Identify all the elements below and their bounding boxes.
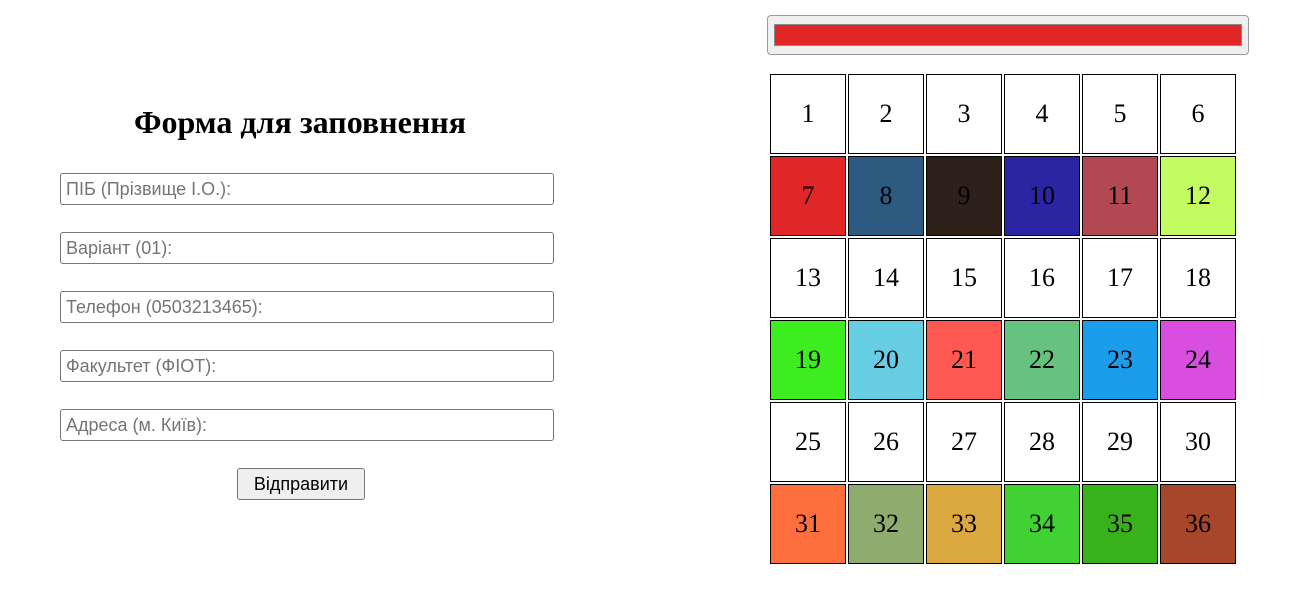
grid-cell[interactable]: 8 xyxy=(848,156,924,236)
color-picker[interactable] xyxy=(767,15,1249,55)
grid-cell[interactable]: 6 xyxy=(1160,74,1236,154)
grid-cell[interactable]: 3 xyxy=(926,74,1002,154)
grid-cell[interactable]: 13 xyxy=(770,238,846,318)
grid-cell[interactable]: 27 xyxy=(926,402,1002,482)
form-title: Форма для заповнення xyxy=(133,104,466,140)
grid-cell[interactable]: 9 xyxy=(926,156,1002,236)
phone-input[interactable] xyxy=(60,291,554,323)
grid-cell[interactable]: 11 xyxy=(1082,156,1158,236)
grid-cell[interactable]: 19 xyxy=(770,320,846,400)
grid-cell[interactable]: 28 xyxy=(1004,402,1080,482)
full-name-input[interactable] xyxy=(60,173,554,205)
grid-cell[interactable]: 24 xyxy=(1160,320,1236,400)
color-picker-swatch xyxy=(774,24,1242,46)
grid-cell[interactable]: 18 xyxy=(1160,238,1236,318)
grid-cell[interactable]: 14 xyxy=(848,238,924,318)
grid-cell[interactable]: 21 xyxy=(926,320,1002,400)
grid-cell[interactable]: 16 xyxy=(1004,238,1080,318)
submit-button[interactable]: Відправити xyxy=(237,468,365,500)
grid-cell[interactable]: 30 xyxy=(1160,402,1236,482)
grid-cell[interactable]: 31 xyxy=(770,484,846,564)
grid-cell[interactable]: 10 xyxy=(1004,156,1080,236)
grid-cell[interactable]: 29 xyxy=(1082,402,1158,482)
grid-cell[interactable]: 25 xyxy=(770,402,846,482)
faculty-input[interactable] xyxy=(60,350,554,382)
grid-cell[interactable]: 15 xyxy=(926,238,1002,318)
grid-cell[interactable]: 26 xyxy=(848,402,924,482)
variant-input[interactable] xyxy=(60,232,554,264)
grid-cell[interactable]: 20 xyxy=(848,320,924,400)
grid-cell[interactable]: 7 xyxy=(770,156,846,236)
grid-cell[interactable]: 4 xyxy=(1004,74,1080,154)
grid-cell[interactable]: 34 xyxy=(1004,484,1080,564)
grid-cell[interactable]: 5 xyxy=(1082,74,1158,154)
grid-cell[interactable]: 33 xyxy=(926,484,1002,564)
grid-cell[interactable]: 1 xyxy=(770,74,846,154)
grid-cell[interactable]: 22 xyxy=(1004,320,1080,400)
color-grid: 1 2 3 4 5 6 7 8 9 10 11 12 13 14 15 16 1… xyxy=(768,72,1238,566)
grid-cell[interactable]: 23 xyxy=(1082,320,1158,400)
grid-cell[interactable]: 17 xyxy=(1082,238,1158,318)
address-input[interactable] xyxy=(60,409,554,441)
grid-cell[interactable]: 2 xyxy=(848,74,924,154)
grid-cell[interactable]: 12 xyxy=(1160,156,1236,236)
grid-cell[interactable]: 36 xyxy=(1160,484,1236,564)
grid-cell[interactable]: 32 xyxy=(848,484,924,564)
grid-cell[interactable]: 35 xyxy=(1082,484,1158,564)
